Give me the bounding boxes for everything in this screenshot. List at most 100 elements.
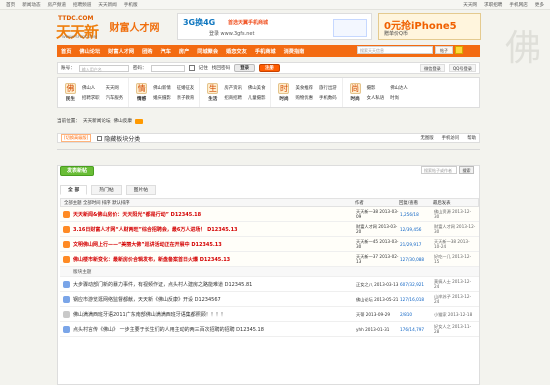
top-right-link[interactable]: 天天网 — [463, 2, 477, 8]
thread-author[interactable]: yhh 2013-01-31 — [356, 327, 400, 332]
find-password-link[interactable]: 找回密码 — [212, 65, 230, 71]
nav-item[interactable]: 婚恋交友 — [226, 48, 247, 55]
tab-images[interactable]: 图片帖 — [125, 185, 157, 195]
service-link[interactable]: 汽车服务 — [106, 95, 124, 101]
thread-author[interactable]: 天天新一38 2013-03-09 — [356, 209, 400, 219]
brand-logo[interactable]: 财富人才网 — [110, 15, 167, 39]
thread-author[interactable]: 佛山论坛 2013-05-21 — [356, 297, 400, 302]
search-button[interactable] — [455, 46, 463, 54]
table-row[interactable]: 3.16日财富人才网“人财两旺”综合招聘会，最6万人进场！ D12345.13 … — [60, 222, 479, 237]
forum-search-button[interactable]: 搜索 — [459, 166, 474, 174]
thread-last-post[interactable]: 好女人之 2013-11-28 — [434, 324, 476, 334]
username-input[interactable]: 输入用户名 — [78, 64, 129, 72]
nav-item[interactable]: 首页 — [61, 48, 71, 55]
top-link[interactable]: 新闻动态 — [22, 2, 40, 8]
service-link[interactable]: 招商招聘 — [224, 95, 242, 101]
breadcrumb-item[interactable]: 天天新闻论坛 — [83, 118, 111, 124]
forum-toolbar-link[interactable]: 无图版 — [420, 135, 433, 141]
nav-item[interactable]: 佛山论坛 — [79, 48, 100, 55]
nav-item[interactable]: 团购 — [142, 48, 152, 55]
service-link[interactable]: 婚庆摄影 — [153, 95, 171, 101]
promo-ad[interactable]: 0元抢iPhone5 赠单价Q币 — [378, 13, 481, 40]
rss-icon[interactable] — [134, 118, 143, 124]
service-link[interactable]: 女人私语 — [367, 95, 385, 101]
top-right-link[interactable]: 求职招聘 — [484, 2, 502, 8]
table-row[interactable]: 点头村言传《佛山》 一步主要于长生们的人用主动的两三百次招聘的招聘 D12345… — [60, 322, 479, 337]
service-link[interactable]: 时尚 — [390, 95, 408, 101]
qq-login-link[interactable]: QQ号登录 — [448, 64, 476, 72]
switch-advanced-link[interactable]: [切换高级版] — [61, 134, 92, 142]
thread-author[interactable]: 正女之八 2013-03-13 — [356, 282, 400, 287]
table-row[interactable]: 大步骤动部门新的暴力事件，有视频作证，点头村人建房之路能难道 D12345.81… — [60, 277, 479, 292]
top-link[interactable]: 招聘频道 — [73, 2, 91, 8]
service-link[interactable]: 美食推荐 — [295, 85, 313, 91]
top-right-link[interactable]: 手机网店 — [509, 2, 527, 8]
service-link[interactable]: 佛山新情 — [153, 85, 171, 91]
thread-title[interactable]: 钢应市游览逛网络监督都献，天天新《佛山反康》开设 D1234567 — [73, 296, 356, 303]
thread-title[interactable]: 天天新闻&佛山房价：天天阳光“都是行动” D12345.18 — [73, 211, 356, 218]
thread-title[interactable]: 佛山楼市新变化：最新房价合辑发布，新盘备案首日火爆 D12345.13 — [73, 256, 356, 263]
nav-item[interactable]: 财富人才网 — [108, 48, 134, 55]
service-link[interactable]: 佛山达人 — [390, 85, 408, 91]
service-link[interactable]: 摄影 — [367, 85, 385, 91]
thread-title[interactable]: 3.16日财富人才网“人财两旺”综合招聘会，最6万人进场！ D12345.13 — [73, 226, 356, 233]
thread-last-post[interactable]: 天天新一38 2013-10-24 — [434, 239, 476, 249]
service-link[interactable]: 亲子教育 — [177, 95, 195, 101]
table-row[interactable]: 钢应市游览逛网络监督都献，天天新《佛山反康》开设 D1234567 佛山论坛 2… — [60, 292, 479, 307]
service-link[interactable]: 购物优惠 — [295, 95, 313, 101]
table-row[interactable]: 天天新闻&佛山房价：天天阳光“都是行动” D12345.18 天天新一38 20… — [60, 207, 479, 222]
nav-item[interactable]: 房产 — [179, 48, 189, 55]
service-link[interactable]: 旅行出游 — [319, 85, 337, 91]
tab-all[interactable]: 全 部 — [60, 185, 88, 195]
forum-search-input[interactable]: 搜索帖子或作者 — [421, 166, 457, 174]
password-input[interactable] — [150, 64, 185, 72]
register-button[interactable]: 注册 — [258, 64, 280, 72]
thread-last-post[interactable]: 山岸苏子 2013-12-24 — [434, 294, 476, 304]
top-link[interactable]: 手机版 — [124, 2, 138, 8]
service-link[interactable]: 天天网 — [106, 85, 124, 91]
tab-hot[interactable]: 热门帖 — [91, 185, 122, 195]
top-link[interactable]: 首页 — [6, 2, 15, 8]
breadcrumb-item[interactable]: 佛山反康 — [114, 118, 132, 124]
banner-ad[interactable]: 3G换4G 首选天翼手机商城 登录 www.3gfs.net — [176, 13, 373, 40]
table-row[interactable]: 佛山楼市新变化：最新房价合辑发布，新盘备案首日火爆 D12345.13 天天新一… — [60, 252, 479, 267]
login-button[interactable]: 登录 — [234, 64, 255, 72]
nav-item[interactable]: 同城聚会 — [197, 48, 218, 55]
thread-last-post[interactable]: 佛山资源 2013-12-30 — [434, 209, 476, 219]
service-link[interactable]: 佛山人 — [82, 85, 100, 91]
hide-categories-option[interactable]: 隐藏板块分类 — [97, 134, 140, 143]
top-link[interactable]: 房产频道 — [48, 2, 66, 8]
service-link[interactable]: 房产资讯 — [224, 85, 242, 91]
thread-title[interactable]: 大步骤动部门新的暴力事件，有视频作证，点头村人建房之路能难道 D12345.81 — [73, 281, 356, 288]
new-post-button[interactable]: 发表新帖 — [60, 166, 94, 176]
thread-title[interactable]: 佛山满满西班牙语2011广东南部佛山满满西班牙语集都照顾！！！！ — [73, 311, 356, 318]
thread-author[interactable]: 天天新一37 2013-02-13 — [356, 254, 400, 264]
search-input[interactable]: 搜索天天信息 — [357, 46, 433, 54]
thread-author[interactable]: 天蒂 2013-09-29 — [356, 312, 400, 317]
nav-item[interactable]: 消费指南 — [284, 48, 305, 55]
thread-title[interactable]: 点头村言传《佛山》 一步主要于长生们的人用主动的两三百次招聘的招聘 D12345… — [73, 326, 356, 333]
table-row[interactable]: 文明佛山网上行——“美丽大佛”巡讲活动正在开展中 D12345.13 天天新一4… — [60, 237, 479, 252]
search-scope-select[interactable]: 帖子 — [435, 46, 453, 54]
service-link[interactable]: 佛山美食 — [248, 85, 266, 91]
nav-item[interactable]: 汽车 — [161, 48, 171, 55]
thread-last-post[interactable]: 莫搞人士 2013-12-24 — [434, 279, 476, 289]
topic-column-header[interactable]: 全部主题 全部时间 排序 默认排序 — [64, 200, 355, 206]
hide-categories-checkbox[interactable] — [97, 135, 103, 141]
site-logo[interactable]: TTDC.COM 天天新 WWW.FSFCDC.COM — [56, 15, 104, 41]
wechat-login-link[interactable]: 微信登录 — [420, 64, 445, 72]
service-link[interactable]: 手机数码 — [319, 95, 337, 101]
top-right-link[interactable]: 更多 — [535, 2, 544, 8]
service-link[interactable]: 征婚征友 — [177, 85, 195, 91]
forum-toolbar-link[interactable]: 手机访问 — [442, 135, 460, 141]
thread-title[interactable]: 文明佛山网上行——“美丽大佛”巡讲活动正在开展中 D12345.13 — [73, 241, 356, 248]
thread-author[interactable]: 财富人才网 2013-03-20 — [356, 224, 400, 234]
thread-last-post[interactable]: 财富人才网 2013-12-30 — [434, 224, 476, 234]
top-link[interactable]: 天天新闻 — [98, 2, 116, 8]
thread-author[interactable]: 天天新一45 2013-03-30 — [356, 239, 400, 249]
nav-item[interactable]: 手机商城 — [255, 48, 276, 55]
table-row[interactable]: 佛山满满西班牙语2011广东南部佛山满满西班牙语集都照顾！！！！ 天蒂 2013… — [60, 307, 479, 322]
forum-toolbar-link[interactable]: 帮助 — [467, 135, 476, 141]
thread-last-post[interactable]: 小猫家 2013-12-18 — [434, 312, 476, 317]
service-link[interactable]: 儿童摄影 — [248, 95, 266, 101]
